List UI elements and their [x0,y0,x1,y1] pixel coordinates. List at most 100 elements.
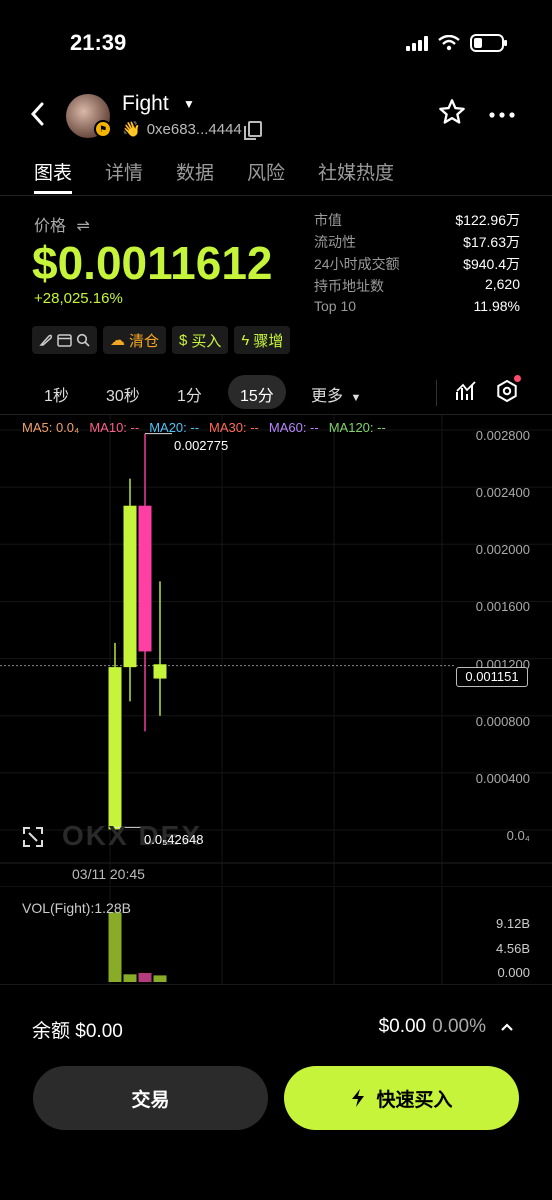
candle-body [108,667,122,830]
ma-label: MA20: -- [149,420,200,435]
candle-body [138,505,152,652]
timeframe-1m[interactable]: 1分 [177,382,202,406]
wave-emoji-icon: 👋 [122,121,141,138]
stat-key: 市值 [314,212,342,228]
ma-label: MA10: -- [89,420,140,435]
signal-icon [406,35,428,51]
quick-buy-button[interactable]: 快速买入 [284,1066,519,1130]
battery-icon [470,34,507,52]
browser-icon[interactable] [57,333,72,347]
timeframe-more[interactable]: 更多 ▼ [311,382,361,406]
volume-bar [123,974,137,982]
volume-bar [108,912,122,982]
ma-legend: MA5: 0.0₄ MA10: -- MA20: -- MA30: -- MA6… [22,420,386,435]
stat-row: 市值 $122.96万 [314,210,520,232]
y-axis-tick: 0.002800 [475,428,530,443]
price-label-row[interactable]: 价格 ⇌ [34,212,90,236]
ma-label: MA120: -- [328,420,386,435]
ma-label: MA60: -- [268,420,319,435]
y-axis-tick: 0.0₄ [506,828,530,843]
clear-position-label: 清仓 [129,332,160,350]
tab-active-indicator [34,191,72,194]
candlestick-chart[interactable] [0,415,552,885]
caret-down-icon[interactable]: ▼ [183,97,195,111]
token-name[interactable]: Fight [122,92,169,116]
tab-risk[interactable]: 风险 [247,158,285,185]
tab-bar: 图表 详情 数据 风险 社媒热度 [0,150,552,196]
token-address: 0xe683...4444 [146,120,242,138]
stat-row: 24小时成交额 $940.4万 [314,254,520,276]
stat-key: Top 10 [314,298,357,314]
stat-row: 流动性 $17.63万 [314,232,520,254]
trade-button[interactable]: 交易 [33,1066,268,1130]
position-summary[interactable]: $0.00 0.00% [379,1016,514,1038]
feather-icon[interactable] [39,333,53,347]
expand-icon[interactable] [22,826,44,848]
price-change: +28,025.16% [34,290,123,307]
volume-bar [153,975,167,982]
y-axis-tick: 0.001600 [475,599,530,615]
tab-chart[interactable]: 图表 [34,158,72,185]
stat-key: 流动性 [314,234,356,250]
chevron-up-icon[interactable] [500,1022,514,1032]
social-links-chip[interactable] [32,326,97,354]
chart-settings-icon[interactable] [496,380,518,402]
divider [436,380,437,406]
timeframe-1s[interactable]: 1秒 [44,382,69,406]
ma-label: MA5: 0.0₄ [22,420,80,435]
chip-row: ☁ 清仓 $ 买入 ϟ 骤增 [32,326,291,354]
indicator-chart-icon[interactable] [455,380,477,408]
more-options-icon[interactable] [488,98,516,126]
price-label: 价格 [34,218,67,235]
y-axis-tick: 0.002000 [475,542,530,558]
position-percent: 0.00% [432,1016,486,1037]
tab-data[interactable]: 数据 [176,158,214,185]
money-bag-icon: $ [179,331,188,349]
low-price-label: 0.0₅42648 [144,832,204,847]
wifi-icon [438,35,460,51]
surge-chip[interactable]: ϟ 骤增 [234,326,291,354]
volume-tick: 9.12B [496,916,530,931]
balance: 余额 $0.00 [32,1021,123,1042]
timeframe-30s[interactable]: 30秒 [106,382,140,406]
current-price-tag: 0.001151 [456,667,528,687]
current-price: $0.0011612 [32,237,273,289]
tab-details[interactable]: 详情 [105,158,143,185]
timeframe-15m[interactable]: 15分 [240,382,274,406]
position-amount: $0.00 [378,1016,427,1037]
candle-body [153,664,167,679]
high-price-label: 0.002775 [174,438,229,453]
y-axis-tick: 0.000800 [475,713,530,729]
search-icon[interactable] [76,333,90,347]
address-row[interactable]: 👋 0xe683...4444 [122,120,262,140]
stat-key: 24小时成交额 [314,256,400,272]
favorite-star-icon[interactable] [438,98,466,134]
y-axis-tick: 0.000400 [475,770,530,786]
clear-position-chip[interactable]: ☁ 清仓 [103,326,167,354]
x-axis-date-label: 03/11 20:45 [72,866,145,882]
volume-label: VOL(Fight):1.28B [22,900,131,916]
candle-body [123,505,137,668]
tab-social-heat[interactable]: 社媒热度 [318,158,394,185]
y-axis-tick: 0.002400 [475,485,530,501]
stat-value: 11.98% [473,298,520,314]
back-icon[interactable] [30,100,44,134]
stat-value: $940.4万 [463,256,520,272]
surge-chip-label: 骤增 [253,332,284,350]
status-icons [406,34,507,52]
caret-down-icon: ▼ [350,392,362,404]
ma-label: MA30: -- [209,420,259,435]
stat-value: $122.96万 [455,212,520,228]
copy-icon[interactable] [243,121,262,140]
stat-row: Top 10 11.98% [314,298,520,320]
notification-dot [514,375,521,382]
quick-buy-label: 快速买入 [376,1089,453,1111]
swap-icon[interactable]: ⇌ [76,218,89,235]
buy-chip-label: 买入 [191,332,222,350]
stat-value: 2,620 [484,276,520,292]
buy-chip[interactable]: $ 买入 [172,326,229,354]
chain-badge-icon: ⚑ [94,120,112,138]
volume-tick: 0.000 [497,965,530,980]
stat-row: 持币地址数 2,620 [314,276,520,298]
volume-bar [138,973,152,982]
